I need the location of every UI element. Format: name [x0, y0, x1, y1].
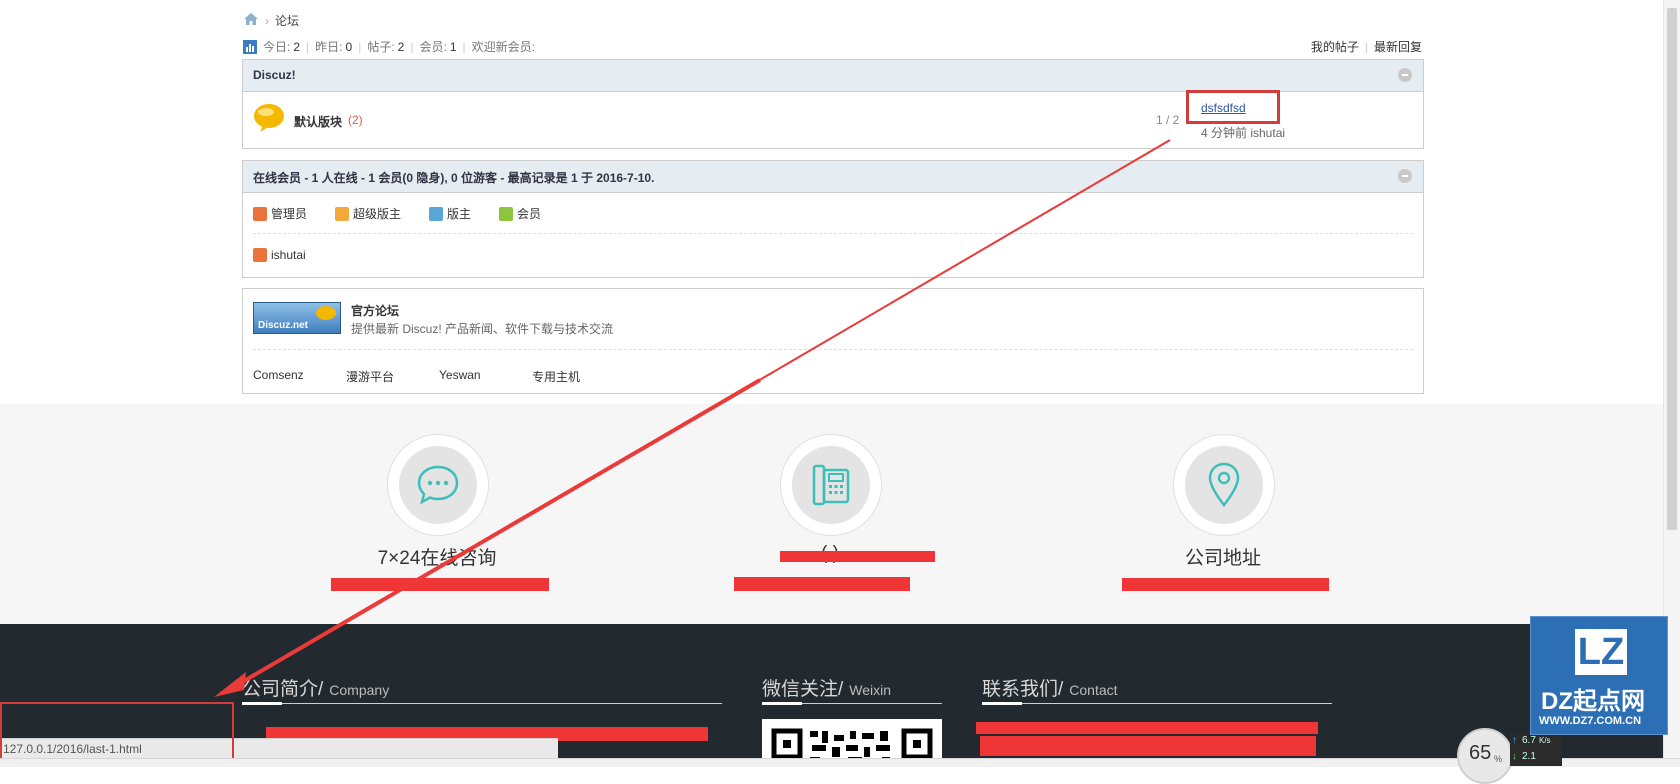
arrow-thick-segment	[230, 378, 762, 690]
arrow-head	[214, 672, 246, 697]
annotation-arrow	[214, 139, 1171, 697]
